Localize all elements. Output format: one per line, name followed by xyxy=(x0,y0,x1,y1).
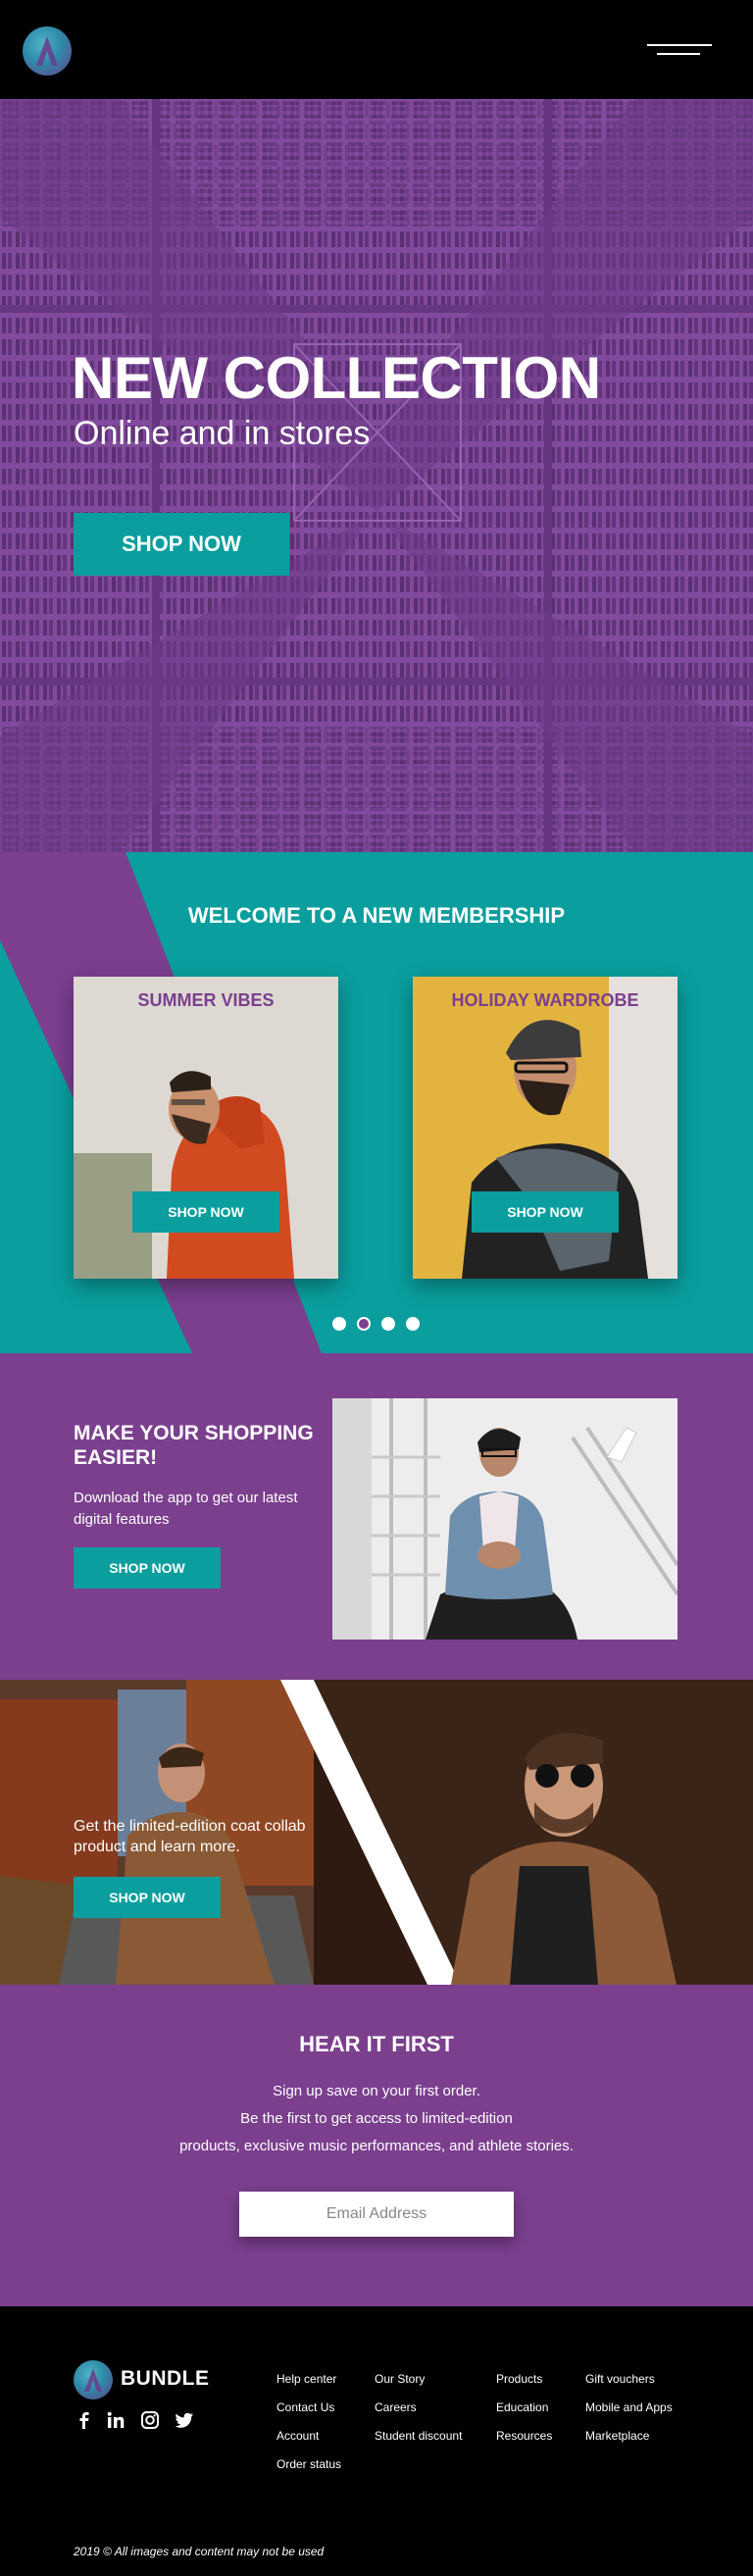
app-promo-title: MAKE YOUR SHOPPING EASIER! xyxy=(74,1422,314,1469)
twitter-icon[interactable] xyxy=(174,2409,195,2431)
footer-column-company: Our Story Careers Student discount xyxy=(375,2365,462,2450)
menu-line-top xyxy=(647,44,712,46)
carousel-dot-2[interactable] xyxy=(357,1317,371,1331)
collab-text: Get the limited-edition coat collab prod… xyxy=(74,1818,306,1855)
footer-link-help-center[interactable]: Help center xyxy=(276,2365,341,2394)
footer-link-gift-vouchers[interactable]: Gift vouchers xyxy=(585,2365,673,2394)
summer-vibes-shop-now-button[interactable]: SHOP NOW xyxy=(132,1191,279,1233)
holiday-wardrobe-shop-now-button[interactable]: SHOP NOW xyxy=(472,1191,619,1233)
newsletter-text: Sign up save on your first order. Be the… xyxy=(0,2078,753,2160)
newsletter-line-2: Be the first to get access to limited-ed… xyxy=(240,2110,513,2127)
footer-link-resources[interactable]: Resources xyxy=(496,2422,552,2450)
hero-section: NEW COLLECTION Online and in stores SHOP… xyxy=(0,99,753,852)
page: NEW COLLECTION Online and in stores SHOP… xyxy=(0,0,753,2576)
site-header xyxy=(0,0,753,99)
footer-link-careers[interactable]: Careers xyxy=(375,2394,462,2422)
newsletter-title: HEAR IT FIRST xyxy=(299,2032,454,2056)
hero-building-image xyxy=(0,99,753,852)
hero-subtitle: Online and in stores xyxy=(74,415,371,452)
collab-section: Get the limited-edition coat collab prod… xyxy=(0,1680,753,1985)
footer-link-marketplace[interactable]: Marketplace xyxy=(585,2422,673,2450)
card-title: SUMMER VIBES xyxy=(137,990,275,1010)
footer-link-mobile-apps[interactable]: Mobile and Apps xyxy=(585,2394,673,2422)
app-promo-photo xyxy=(332,1398,678,1640)
footer-link-contact-us[interactable]: Contact Us xyxy=(276,2394,341,2422)
linkedin-icon[interactable] xyxy=(105,2409,126,2431)
footer-brand: BUNDLE xyxy=(121,2367,210,2390)
app-promo-text: Download the app to get our latest digit… xyxy=(74,1490,298,1528)
membership-section: WELCOME TO A NEW MEMBERSHIP SUMMER VIBES… xyxy=(0,852,753,1353)
holiday-wardrobe-photo xyxy=(413,977,678,1279)
newsletter-line-1: Sign up save on your first order. xyxy=(273,2083,480,2099)
footer-link-order-status[interactable]: Order status xyxy=(276,2450,341,2479)
app-shop-now-button[interactable]: SHOP NOW xyxy=(74,1547,221,1589)
app-promo-section: MAKE YOUR SHOPPING EASIER! Download the … xyxy=(0,1353,753,1680)
membership-title: WELCOME TO A NEW MEMBERSHIP xyxy=(187,903,566,928)
email-field[interactable] xyxy=(239,2192,514,2237)
bundle-logo-icon[interactable] xyxy=(23,26,72,76)
hamburger-menu-icon[interactable] xyxy=(647,39,712,63)
footer-link-education[interactable]: Education xyxy=(496,2394,552,2422)
holiday-wardrobe-card[interactable]: HOLIDAY WARDROBE SHOP NOW xyxy=(413,977,678,1279)
carousel-dots xyxy=(332,1317,421,1331)
instagram-icon[interactable] xyxy=(139,2409,161,2431)
collab-shop-now-button[interactable]: SHOP NOW xyxy=(74,1877,221,1918)
carousel-dot-1[interactable] xyxy=(332,1317,346,1331)
man-on-stairs-image xyxy=(332,1398,678,1640)
card-title: HOLIDAY WARDROBE xyxy=(451,990,639,1010)
footer-link-products[interactable]: Products xyxy=(496,2365,552,2394)
carousel-dot-3[interactable] xyxy=(381,1317,395,1331)
footer-column-more: Gift vouchers Mobile and Apps Marketplac… xyxy=(585,2365,673,2450)
facebook-icon[interactable] xyxy=(74,2409,95,2431)
summer-vibes-card[interactable]: SUMMER VIBES SHOP NOW xyxy=(74,977,338,1279)
hero-shop-now-button[interactable]: SHOP NOW xyxy=(74,513,289,576)
footer-column-products: Products Education Resources xyxy=(496,2365,552,2450)
site-footer: BUNDLE Help center Contact Us Account Or… xyxy=(0,2306,753,2576)
footer-column-help: Help center Contact Us Account Order sta… xyxy=(276,2365,341,2479)
summer-vibes-photo xyxy=(74,977,338,1279)
footer-link-our-story[interactable]: Our Story xyxy=(375,2365,462,2394)
footer-link-student-discount[interactable]: Student discount xyxy=(375,2422,462,2450)
newsletter-line-3: products, exclusive music performances, … xyxy=(179,2138,574,2154)
footer-link-account[interactable]: Account xyxy=(276,2422,341,2450)
carousel-dot-4[interactable] xyxy=(406,1317,420,1331)
menu-line-bottom xyxy=(657,53,700,55)
copyright-text: 2019 © All images and content may not be… xyxy=(74,2545,325,2558)
newsletter-section: HEAR IT FIRST Sign up save on your first… xyxy=(0,1985,753,2306)
bundle-logo-icon[interactable] xyxy=(74,2360,113,2399)
hero-title: NEW COLLECTION xyxy=(72,345,601,411)
